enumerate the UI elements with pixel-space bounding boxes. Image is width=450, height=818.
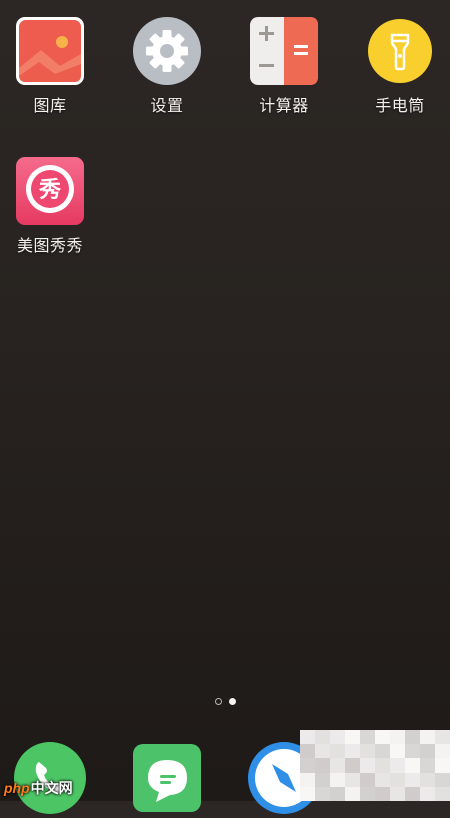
dock-messages[interactable] xyxy=(132,742,204,814)
app-label: 美图秀秀 xyxy=(16,236,83,255)
app-meitu[interactable]: 秀 美图秀秀 xyxy=(0,156,100,256)
watermark-prefix: php xyxy=(4,780,30,796)
app-label: 设置 xyxy=(150,96,184,115)
watermark-text: 中文网 xyxy=(30,780,73,796)
app-flashlight[interactable]: 手电筒 xyxy=(350,16,450,116)
app-gallery[interactable]: 图库 xyxy=(0,16,100,116)
app-calculator[interactable]: 计算器 xyxy=(234,16,334,116)
app-settings[interactable]: 设置 xyxy=(117,16,217,116)
page-indicator xyxy=(0,698,450,705)
app-label: 计算器 xyxy=(259,96,309,115)
app-label: 图库 xyxy=(33,96,67,115)
meitu-icon-glyph: 秀 xyxy=(38,178,61,203)
flashlight-icon xyxy=(365,16,435,86)
meitu-icon: 秀 xyxy=(15,156,85,226)
site-watermark: php中文网 xyxy=(4,778,73,798)
page-dot[interactable] xyxy=(214,698,222,705)
app-label: 手电筒 xyxy=(375,96,425,115)
gallery-icon xyxy=(15,16,85,86)
gear-icon xyxy=(132,16,202,86)
calculator-icon xyxy=(249,16,319,86)
page-dot-current[interactable] xyxy=(228,698,236,705)
message-icon xyxy=(133,744,201,812)
pixelated-overlay xyxy=(300,730,450,801)
